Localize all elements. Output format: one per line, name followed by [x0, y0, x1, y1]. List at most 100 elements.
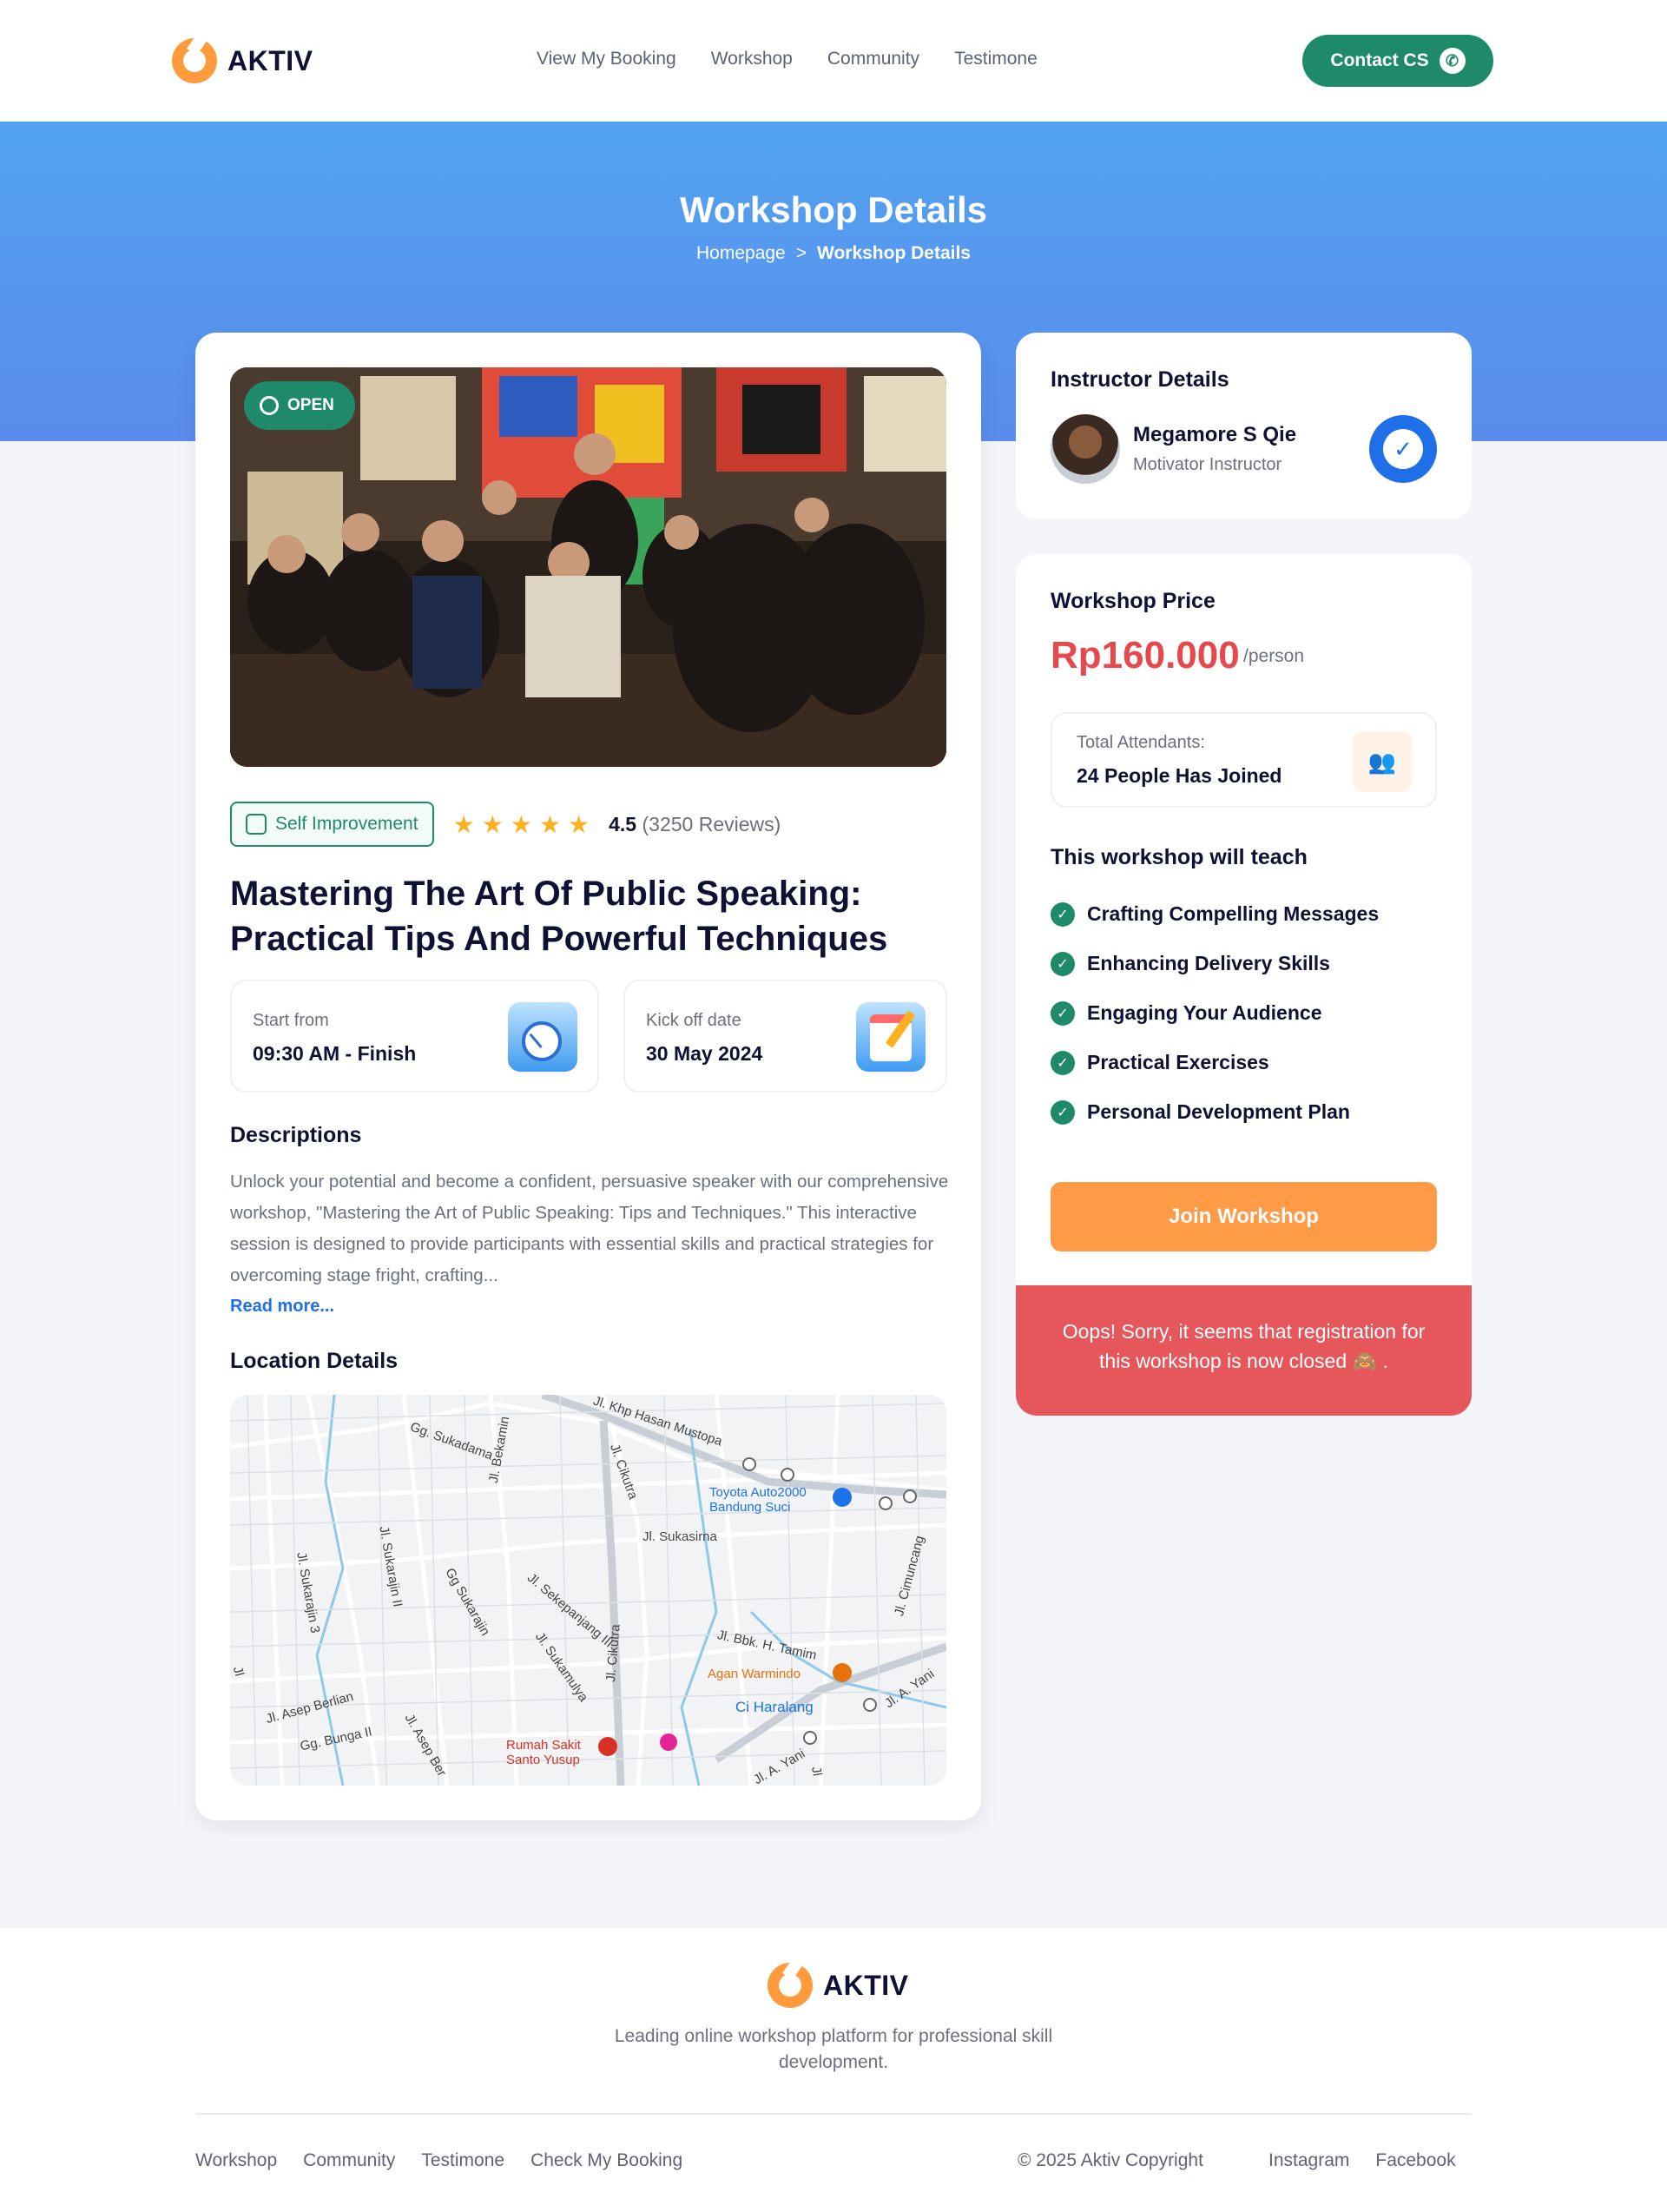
list-item: ✓ Practical Exercises — [1051, 1034, 1379, 1091]
social-links: Instagram Facebook — [1268, 2150, 1456, 2171]
copyright: © 2025 Aktiv Copyright — [1018, 2150, 1203, 2170]
kickoff-date-box: Kick off date 30 May 2024 — [623, 980, 947, 1093]
footer-link-testimone[interactable]: Testimone — [421, 2150, 504, 2171]
instructor-name: Megamore S Qie — [1133, 423, 1297, 446]
main-nav: View My Booking Workshop Community Testi… — [537, 49, 1038, 69]
start-time-label: Start from — [253, 1011, 329, 1030]
registration-closed-alert: Oops! Sorry, it seems that registration … — [1016, 1285, 1472, 1416]
teach-heading: This workshop will teach — [1051, 845, 1308, 869]
price-unit: /person — [1243, 646, 1305, 666]
description-text: Unlock your potential and become a confi… — [230, 1172, 949, 1285]
check-icon: ✓ — [1051, 1050, 1075, 1075]
verified-badge-icon: ✓ — [1369, 415, 1437, 483]
people-icon: 👥 — [1352, 731, 1413, 792]
attendants-box: Total Attendants: 24 People Has Joined 👥 — [1051, 712, 1437, 808]
teach-list: ✓ Crafting Compelling Messages ✓ Enhancing… — [1051, 893, 1379, 1140]
footer-nav: Workshop Community Testimone Check My Bo… — [195, 2150, 682, 2171]
start-time-box: Start from 09:30 AM - Finish — [230, 980, 599, 1093]
nav-link-community[interactable]: Community — [827, 49, 919, 69]
kickoff-date-value: 30 May 2024 — [646, 1042, 763, 1065]
contact-cs-button[interactable]: Contact CS ✆ — [1302, 35, 1493, 87]
check-icon: ✓ — [1051, 1000, 1075, 1026]
logo-mark-icon — [768, 1963, 813, 2008]
footer-link-facebook[interactable]: Facebook — [1375, 2150, 1455, 2171]
teach-item-label: Engaging Your Audience — [1087, 1001, 1322, 1024]
footer-logo[interactable]: AKTIV — [768, 1963, 909, 2008]
teach-item-label: Practical Exercises — [1087, 1051, 1269, 1073]
breadcrumb-home[interactable]: Homepage — [696, 243, 786, 263]
calendar-icon — [856, 1002, 926, 1072]
descriptions-heading: Descriptions — [230, 1123, 362, 1147]
nav-link-view-my-booking[interactable]: View My Booking — [537, 49, 676, 69]
start-time-value: 09:30 AM - Finish — [253, 1042, 417, 1065]
star-icon: ★ — [481, 810, 504, 838]
review-count[interactable]: (3250 Reviews) — [642, 813, 781, 835]
logo-mark-icon — [172, 38, 217, 83]
workshop-photo: OPEN — [230, 367, 946, 767]
list-item: ✓ Engaging Your Audience — [1051, 985, 1379, 1041]
status-label: OPEN — [287, 396, 334, 414]
instructor-role: Motivator Instructor — [1133, 455, 1282, 474]
meta-row: Self Improvement ★ ★ ★ ★ ★ 4.5 (3250 Rev… — [230, 802, 781, 847]
star-icon: ★ — [452, 810, 475, 838]
map-poi-ci-haralang[interactable]: Ci Haralang — [735, 1699, 814, 1716]
map-roads — [230, 1395, 946, 1786]
clock-icon — [508, 1002, 577, 1072]
footer-link-instagram[interactable]: Instagram — [1268, 2150, 1349, 2171]
attendants-value: 24 People Has Joined — [1077, 764, 1282, 787]
price-value: Rp160.000 — [1051, 634, 1240, 677]
whatsapp-icon: ✆ — [1439, 48, 1466, 74]
badge-icon — [260, 396, 279, 415]
star-icon: ★ — [568, 810, 590, 838]
map-street-label: Jl. Sukasirna — [642, 1529, 717, 1544]
map-poi-toyota[interactable]: Toyota Auto2000 Bandung Suci — [709, 1485, 807, 1515]
location-heading: Location Details — [230, 1349, 399, 1373]
workshop-title: Mastering The Art Of Public Speaking: Pr… — [230, 875, 888, 958]
list-item: ✓ Crafting Compelling Messages — [1051, 886, 1379, 942]
attendants-label: Total Attendants: — [1077, 733, 1205, 752]
footer-link-community[interactable]: Community — [303, 2150, 395, 2171]
teach-item-label: Personal Development Plan — [1087, 1100, 1350, 1123]
star-icon: ★ — [538, 810, 562, 838]
location-map[interactable]: Gg. Sukadama Jl. Bekamin Jl. Khp Hasan M… — [230, 1395, 946, 1786]
category-icon — [246, 814, 267, 835]
footer-tagline: Leading online workshop platform for pro… — [614, 2026, 1053, 2072]
breadcrumb-separator: > — [795, 243, 807, 263]
category-chip[interactable]: Self Improvement — [230, 802, 434, 847]
rating-stars: ★ ★ ★ ★ ★ — [453, 810, 590, 839]
rating-summary: 4.5 (3250 Reviews) — [609, 813, 781, 836]
list-item: ✓ Personal Development Plan — [1051, 1084, 1379, 1140]
footer-brand-name: AKTIV — [823, 1969, 909, 2001]
instructor-avatar[interactable] — [1051, 414, 1120, 484]
nav-link-workshop[interactable]: Workshop — [711, 49, 793, 69]
check-icon: ✓ — [1051, 901, 1075, 927]
read-more-link[interactable]: Read more... — [230, 1297, 334, 1317]
page-title: Workshop Details — [680, 189, 987, 230]
breadcrumb: Homepage > Workshop Details — [0, 243, 1667, 264]
brand-name: AKTIV — [227, 44, 313, 76]
category-label: Self Improvement — [275, 814, 418, 834]
star-icon: ★ — [510, 810, 532, 838]
navbar: AKTIV View My Booking Workshop Community… — [0, 0, 1667, 122]
contact-cs-label: Contact CS — [1330, 50, 1429, 70]
join-workshop-button[interactable]: Join Workshop — [1051, 1182, 1437, 1251]
rating-value: 4.5 — [609, 812, 637, 835]
nav-link-testimone[interactable]: Testimone — [954, 49, 1038, 69]
breadcrumb-current: Workshop Details — [817, 243, 971, 263]
footer-link-workshop[interactable]: Workshop — [195, 2150, 277, 2171]
footer-link-check-my-booking[interactable]: Check My Booking — [530, 2150, 682, 2171]
footer: AKTIV Leading online workshop platform f… — [0, 1928, 1667, 2212]
map-poi-rumah-sakit[interactable]: Rumah Sakit Santo Yusup — [506, 1738, 581, 1767]
brand-logo[interactable]: AKTIV — [172, 38, 313, 83]
instructor-heading: Instructor Details — [1051, 367, 1229, 392]
footer-divider — [195, 2113, 1472, 2115]
instructor-card: Instructor Details Megamore S Qie Motiva… — [1016, 333, 1472, 519]
check-icon: ✓ — [1051, 1099, 1075, 1125]
map-poi-agan-warmindo[interactable]: Agan Warmindo — [708, 1667, 801, 1681]
price-heading: Workshop Price — [1051, 589, 1216, 613]
kickoff-date-label: Kick off date — [646, 1011, 741, 1030]
workshop-detail-card: OPEN Self Improvement ★ ★ ★ ★ ★ 4.5 (325… — [195, 333, 981, 1820]
teach-item-label: Crafting Compelling Messages — [1087, 902, 1380, 925]
check-icon: ✓ — [1051, 951, 1075, 976]
list-item: ✓ Enhancing Delivery Skills — [1051, 935, 1379, 992]
